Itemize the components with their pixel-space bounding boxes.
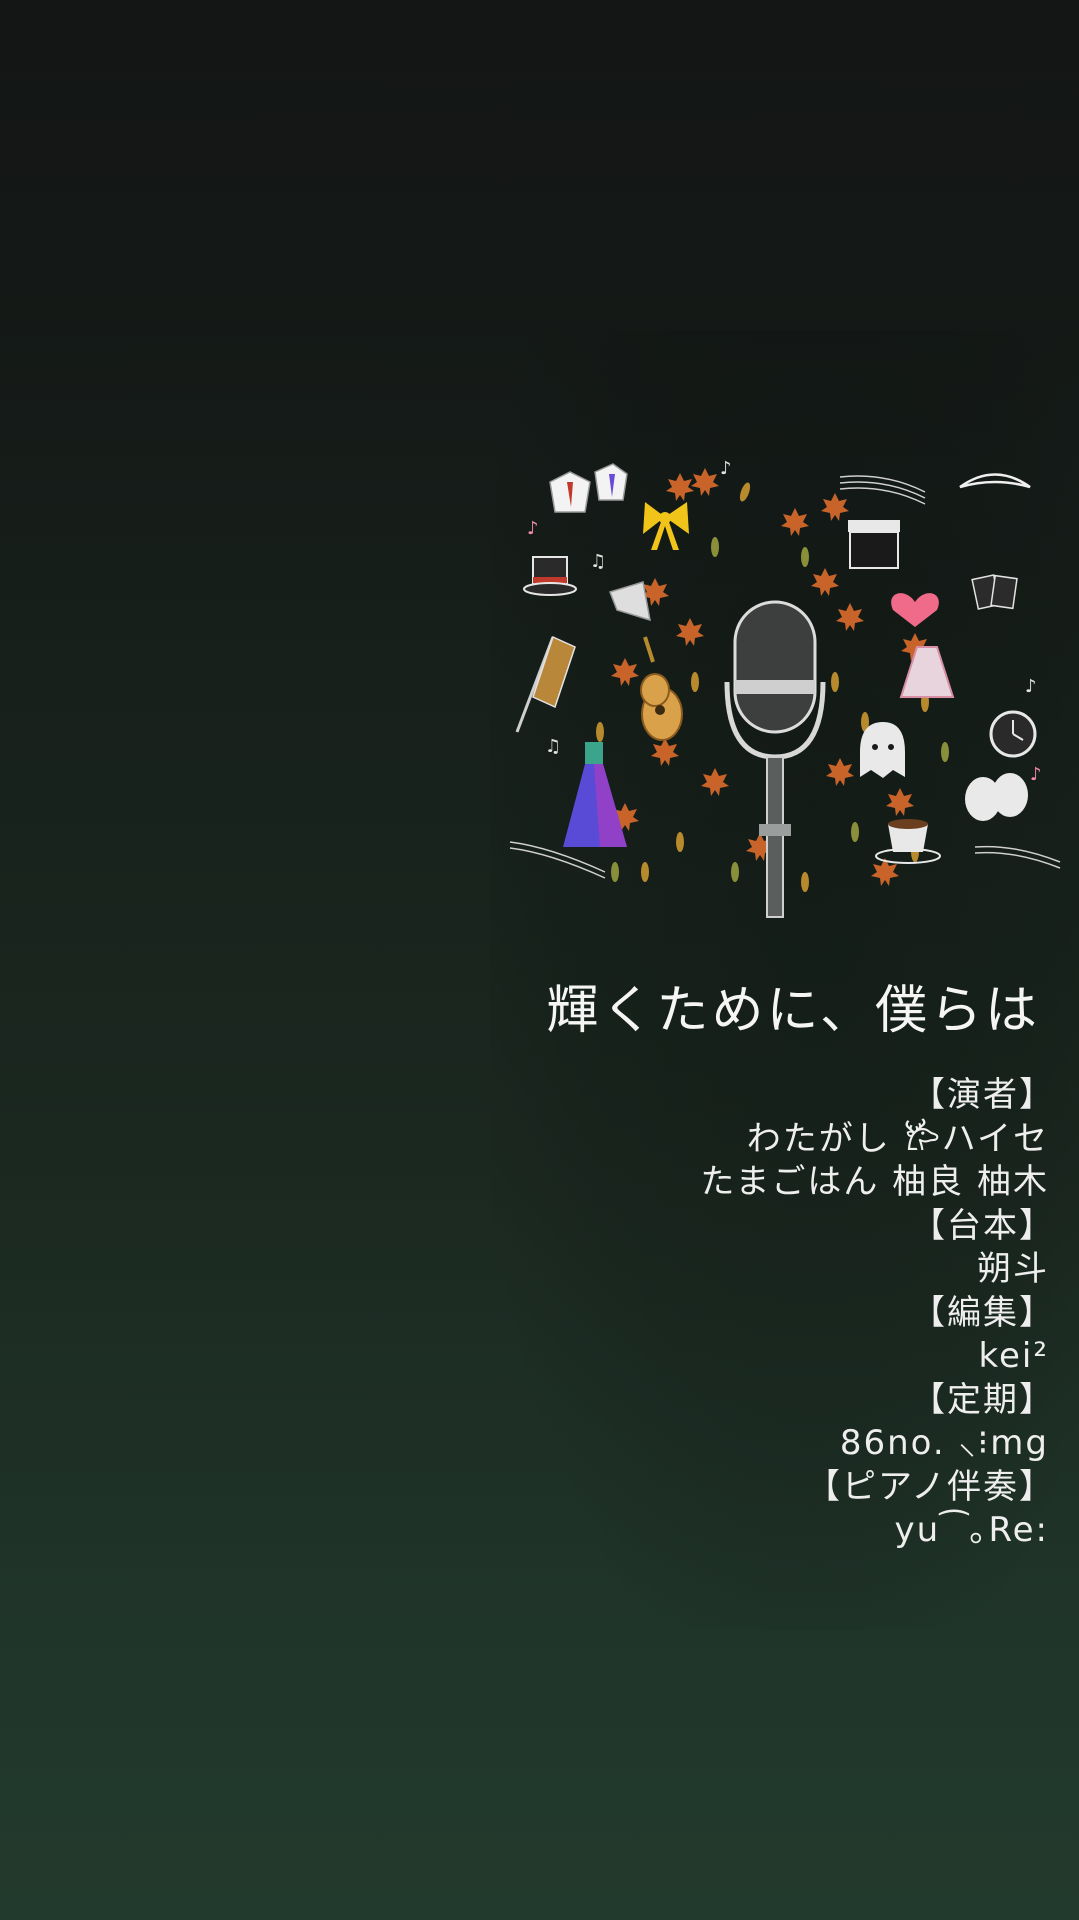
script-heading: 【台本】 <box>911 1205 1055 1246</box>
edit-heading: 【編集】 <box>911 1292 1055 1333</box>
cast-line-2: たまごはん 柚良 柚木 <box>700 1162 1049 1202</box>
megaphone-icon <box>609 581 651 622</box>
page-title: 輝くために、僕らは <box>546 981 1040 1041</box>
clapperboard-icon <box>848 520 900 569</box>
regular-heading: 【定期】 <box>911 1379 1055 1420</box>
script-name: 朔斗 <box>977 1249 1049 1289</box>
credits-list: 【演者】 わたがし 𐂂ハイセ たまごはん 柚良 柚木 【台本】 朔斗 【編集】 … <box>489 1074 1053 1553</box>
svg-text:♪: ♪ <box>720 458 732 479</box>
coffee-cup-icon <box>875 819 941 864</box>
costume-icon <box>899 646 955 698</box>
piano-heading: 【ピアノ伴奏】 <box>806 1466 1055 1507</box>
costume-icon <box>549 463 628 513</box>
heart-icon <box>891 593 939 627</box>
svg-text:♫: ♫ <box>545 736 561 757</box>
ghost-icon <box>860 722 905 778</box>
svg-text:♫: ♫ <box>590 551 606 572</box>
theater-masks-icon <box>965 773 1028 821</box>
guitar-icon <box>640 636 683 741</box>
edit-name: kei² <box>978 1336 1049 1376</box>
piano-name: yu⁀｡Re: <box>894 1510 1049 1550</box>
microphone-icon <box>724 600 826 918</box>
playing-cards-icon <box>971 574 1018 610</box>
svg-text:♪: ♪ <box>1030 764 1042 785</box>
pocket-watch-icon <box>989 710 1037 758</box>
svg-text:♪: ♪ <box>527 518 539 539</box>
cast-line-1: わたがし 𐂂ハイセ <box>746 1118 1049 1159</box>
tiara-icon <box>959 473 1031 489</box>
top-hat-icon <box>523 556 577 596</box>
flag-icon <box>515 635 576 733</box>
dress-icon <box>563 742 627 847</box>
stage-artwork: ♫ ♪ ♫ ♪ ♪ ♪ <box>509 458 1061 918</box>
regular-name: 86no. ⸜⁝mg <box>839 1423 1049 1463</box>
cast-heading: 【演者】 <box>911 1075 1055 1115</box>
svg-text:♪: ♪ <box>1025 676 1037 697</box>
bow-icon <box>643 502 689 550</box>
